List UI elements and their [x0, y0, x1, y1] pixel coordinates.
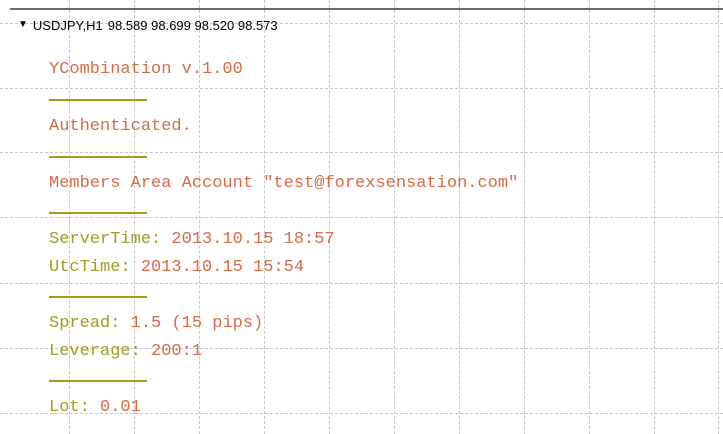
lot-value: 0.01: [100, 398, 141, 417]
utc-time-value: 2013.10.15 15:54: [140, 258, 305, 277]
server-time-value: 2013.10.15 18:57: [171, 230, 335, 249]
separator: [49, 156, 147, 158]
leverage-value: 200:1: [151, 342, 203, 361]
chart-window[interactable]: ▼ USDJPY,H1 98.589 98.699 98.520 98.573 …: [0, 0, 723, 434]
grid-line: [0, 152, 723, 153]
ohlc-values: 98.589 98.699 98.520 98.573: [107, 17, 278, 33]
server-time-label: ServerTime:: [49, 230, 162, 249]
spread-label: Spread:: [49, 314, 121, 333]
leverage-row: Leverage: 200:1: [49, 343, 202, 360]
symbol-name: USDJPY,H1: [32, 17, 103, 33]
symbol-header[interactable]: ▼ USDJPY,H1 98.589 98.699 98.520 98.573: [18, 16, 278, 34]
indicator-title: YCombination v.1.00: [49, 60, 243, 79]
lot-row: Lot: 0.01: [49, 399, 141, 416]
server-time-row: ServerTime: 2013.10.15 18:57: [49, 231, 335, 248]
lot-label: Lot:: [49, 398, 90, 417]
grid-line: [0, 217, 723, 218]
utc-time-row: UtcTime: 2013.10.15 15:54: [49, 259, 304, 276]
leverage-label: Leverage:: [49, 342, 141, 361]
chart-top-border: [10, 8, 723, 10]
separator: [49, 99, 147, 101]
spread-value: 1.5 (15 pips): [130, 314, 264, 333]
triangle-down-icon[interactable]: ▼: [18, 20, 28, 30]
grid-line: [0, 283, 723, 284]
spread-row: Spread: 1.5 (15 pips): [49, 315, 263, 332]
auth-status: Authenticated.: [49, 117, 192, 136]
separator: [49, 296, 147, 298]
utc-time-label: UtcTime:: [49, 258, 131, 277]
grid-line: [0, 88, 723, 89]
account-line: Members Area Account "test@forexsensatio…: [49, 174, 519, 193]
separator: [49, 380, 147, 382]
separator: [49, 212, 147, 214]
